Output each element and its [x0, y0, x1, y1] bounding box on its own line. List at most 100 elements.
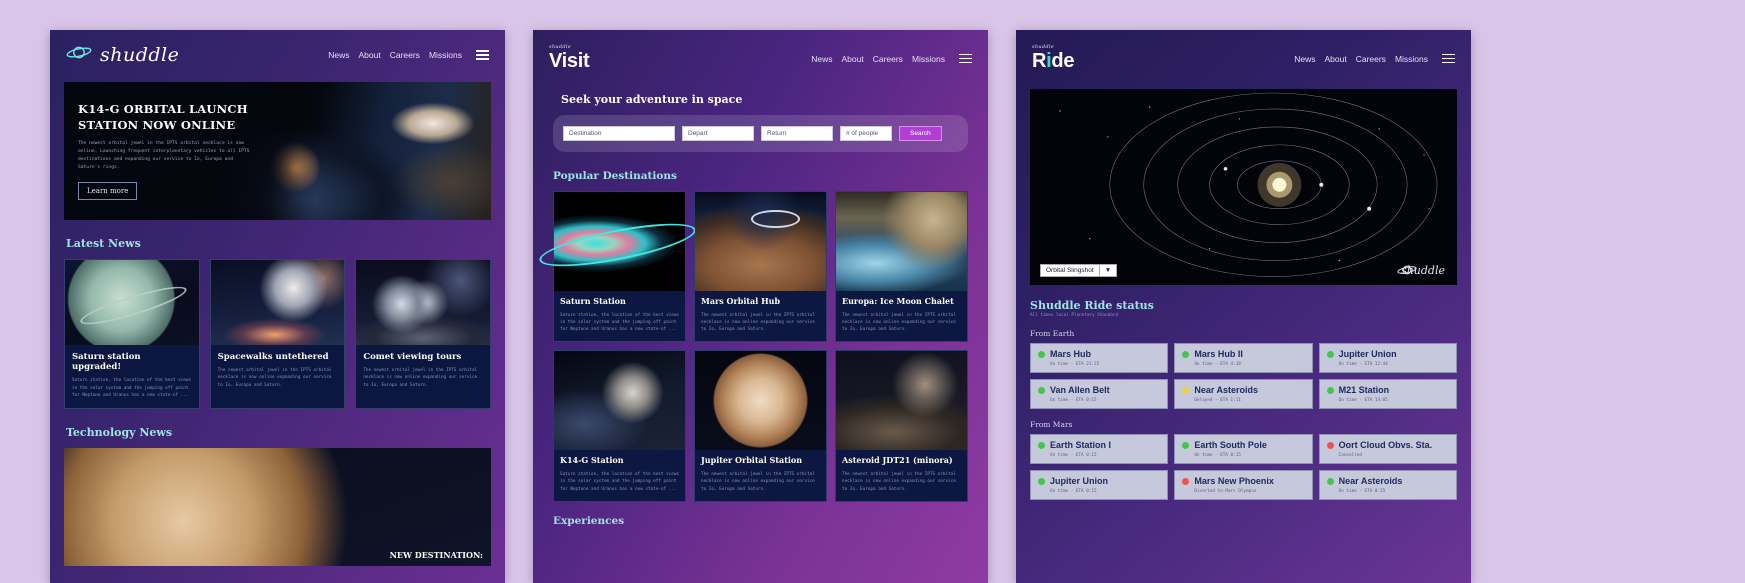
- destination-title: Europa: Ice Moon Chalet: [842, 296, 954, 306]
- experiences-heading: Experiences: [553, 514, 625, 527]
- technology-news-image[interactable]: NEW DESTINATION:: [64, 448, 491, 567]
- destination-card[interactable]: K14-G Station Saturn station, the locati…: [553, 350, 686, 502]
- news-card-title: Spacewalks untethered: [217, 352, 329, 362]
- station-name: Mars New Phoenix: [1194, 476, 1274, 486]
- nav-news[interactable]: News: [1294, 54, 1315, 64]
- status-row[interactable]: Van Allen Belt On time - ETA 0:15: [1030, 379, 1169, 409]
- nav-careers[interactable]: Careers: [390, 50, 420, 60]
- destination-text: The newest orbital jewel in the IPTS orb…: [842, 472, 956, 492]
- station-name: Jupiter Union: [1050, 476, 1108, 486]
- europa-ice-image: [836, 192, 967, 291]
- technology-news-caption: NEW DESTINATION:: [389, 550, 483, 561]
- station-meta: Diverted to Mars Olympus: [1194, 489, 1257, 494]
- status-row[interactable]: Jupiter Union On time - ETA 0:15: [1030, 470, 1169, 500]
- station-meta: On time - ETA 14:05: [1338, 398, 1388, 403]
- search-button[interactable]: Search: [899, 126, 942, 141]
- technology-news-heading: Technology News: [66, 426, 173, 440]
- news-card[interactable]: Saturn station upgraded! Saturn station,…: [64, 259, 200, 410]
- destination-card[interactable]: Saturn Station Saturn station, the locat…: [553, 191, 686, 343]
- destination-input[interactable]: [563, 126, 675, 141]
- nav-careers[interactable]: Careers: [1356, 54, 1386, 64]
- route-select-value: Orbital Slingshot: [1046, 267, 1094, 274]
- hero-banner: K14-G ORBITAL LAUNCH STATION NOW ONLINE …: [64, 82, 491, 220]
- shuddle-news-panel: shuddle News About Careers Missions K14-…: [50, 30, 505, 583]
- hamburger-menu-icon[interactable]: [959, 53, 972, 64]
- station-name: Mars Hub II: [1194, 349, 1243, 359]
- status-row[interactable]: Earth Station I On time - ETA 0:15: [1030, 434, 1169, 464]
- station-name: Near Asteroids: [1338, 476, 1403, 486]
- destination-card[interactable]: Jupiter Orbital Station The newest orbit…: [694, 350, 827, 502]
- ride-nav: News About Careers Missions: [1294, 54, 1455, 64]
- destination-title: K14-G Station: [560, 455, 624, 466]
- destination-text: The newest orbital jewel in the IPTS orb…: [701, 312, 815, 333]
- status-led-icon: [1038, 350, 1045, 358]
- station-meta: Delayed - ETA 1:11: [1194, 398, 1241, 403]
- destination-card[interactable]: Mars Orbital Hub The newest orbital jewe…: [694, 191, 827, 343]
- nav-careers[interactable]: Careers: [873, 54, 903, 64]
- ride-logo[interactable]: shuddle Ride: [1032, 44, 1074, 73]
- status-row[interactable]: Near Asteroids On time - ETA 0:15: [1318, 470, 1457, 500]
- return-input[interactable]: [761, 126, 833, 141]
- mars-orbital-station-image: [695, 192, 826, 291]
- hamburger-menu-icon[interactable]: [476, 50, 489, 60]
- search-bar: Search: [553, 115, 968, 152]
- news-card-text: The newest orbital jewel in the IPTS orb…: [363, 368, 478, 388]
- station-meta: On time - ETA 21:25: [1050, 362, 1100, 367]
- status-row[interactable]: Earth South Pole On time - ETA 0:15: [1174, 434, 1313, 464]
- group-label-from-earth: From Earth: [1030, 329, 1075, 338]
- nav-missions[interactable]: Missions: [1395, 54, 1428, 64]
- destination-title: Mars Orbital Hub: [701, 296, 781, 306]
- status-row[interactable]: Near Asteroids Delayed - ETA 1:11: [1174, 379, 1313, 409]
- news-card-text: Saturn station, the location of the best…: [72, 378, 191, 398]
- ride-status-subtitle: All times local Planetary Standard: [1030, 313, 1118, 318]
- destination-card[interactable]: Asteroid JDT21 (minora) The newest orbit…: [835, 350, 968, 502]
- people-input[interactable]: [840, 126, 892, 141]
- shuddle-ride-panel: shuddle Ride News About Careers Missions: [1016, 30, 1471, 583]
- destination-text: The newest orbital jewel in the IPTS orb…: [842, 312, 956, 333]
- status-row[interactable]: Jupiter Union On time - ETA 12:44: [1318, 343, 1457, 373]
- news-card[interactable]: Comet viewing tours The newest orbital j…: [355, 259, 492, 410]
- astronaut-spacewalk-image: [210, 260, 345, 345]
- latest-news-heading: Latest News: [66, 237, 141, 250]
- news-card[interactable]: Spacewalks untethered The newest orbital…: [209, 259, 346, 410]
- status-row[interactable]: Mars Hub II On time - ETA 4:18: [1174, 343, 1313, 373]
- nav-missions[interactable]: Missions: [912, 54, 945, 64]
- depart-input[interactable]: [682, 126, 754, 141]
- status-led-icon: [1182, 386, 1190, 394]
- three-panel-stage: shuddle News About Careers Missions K14-…: [0, 0, 1745, 583]
- status-row[interactable]: M21 Station On time - ETA 14:05: [1318, 379, 1457, 409]
- hamburger-menu-icon[interactable]: [1442, 53, 1455, 64]
- route-select[interactable]: Orbital Slingshot ▼: [1040, 264, 1118, 277]
- station-name: Mars Hub: [1050, 349, 1092, 359]
- nav-about[interactable]: About: [358, 50, 380, 60]
- status-row[interactable]: Mars Hub On time - ETA 21:25: [1030, 343, 1169, 373]
- station-name: M21 Station: [1338, 385, 1390, 395]
- brand-wordmark: shuddle: [100, 44, 180, 66]
- station-meta: On time - ETA 0:15: [1050, 398, 1097, 403]
- nav-missions[interactable]: Missions: [429, 50, 462, 60]
- shuddle-logo[interactable]: shuddle: [66, 44, 179, 66]
- status-led-icon: [1182, 350, 1190, 358]
- nav-about[interactable]: About: [841, 54, 863, 64]
- nav-news[interactable]: News: [328, 50, 349, 60]
- nav-about[interactable]: About: [1324, 54, 1346, 64]
- status-led-icon: [1038, 386, 1045, 394]
- orbit-map[interactable]: Orbital Slingshot ▼ shuddle: [1030, 89, 1457, 285]
- map-watermark: shuddle: [1397, 264, 1445, 277]
- astronauts-on-comet-image: [356, 260, 491, 345]
- news-card-text: The newest orbital jewel in the IPTS orb…: [217, 368, 332, 388]
- station-meta: On time - ETA 4:18: [1194, 362, 1241, 367]
- ride-brand-small: shuddle: [1032, 44, 1055, 50]
- hero-body: The newest orbital jewel in the IPTS orb…: [78, 141, 250, 171]
- visit-logo[interactable]: shuddle Visit: [549, 44, 590, 73]
- station-meta: On time - ETA 0:15: [1050, 489, 1097, 494]
- station-name: Earth Station I: [1050, 440, 1112, 450]
- destination-card[interactable]: Europa: Ice Moon Chalet The newest orbit…: [835, 191, 968, 343]
- visit-heading: Seek your adventure in space: [561, 93, 743, 106]
- status-led-icon: [1326, 441, 1334, 449]
- status-row[interactable]: Oort Cloud Obvs. Sta. Cancelled: [1318, 434, 1457, 464]
- station-meta: Cancelled: [1338, 453, 1362, 458]
- nav-news[interactable]: News: [811, 54, 832, 64]
- status-row[interactable]: Mars New Phoenix Diverted to Mars Olympu…: [1174, 470, 1313, 500]
- learn-more-button[interactable]: Learn more: [78, 182, 138, 201]
